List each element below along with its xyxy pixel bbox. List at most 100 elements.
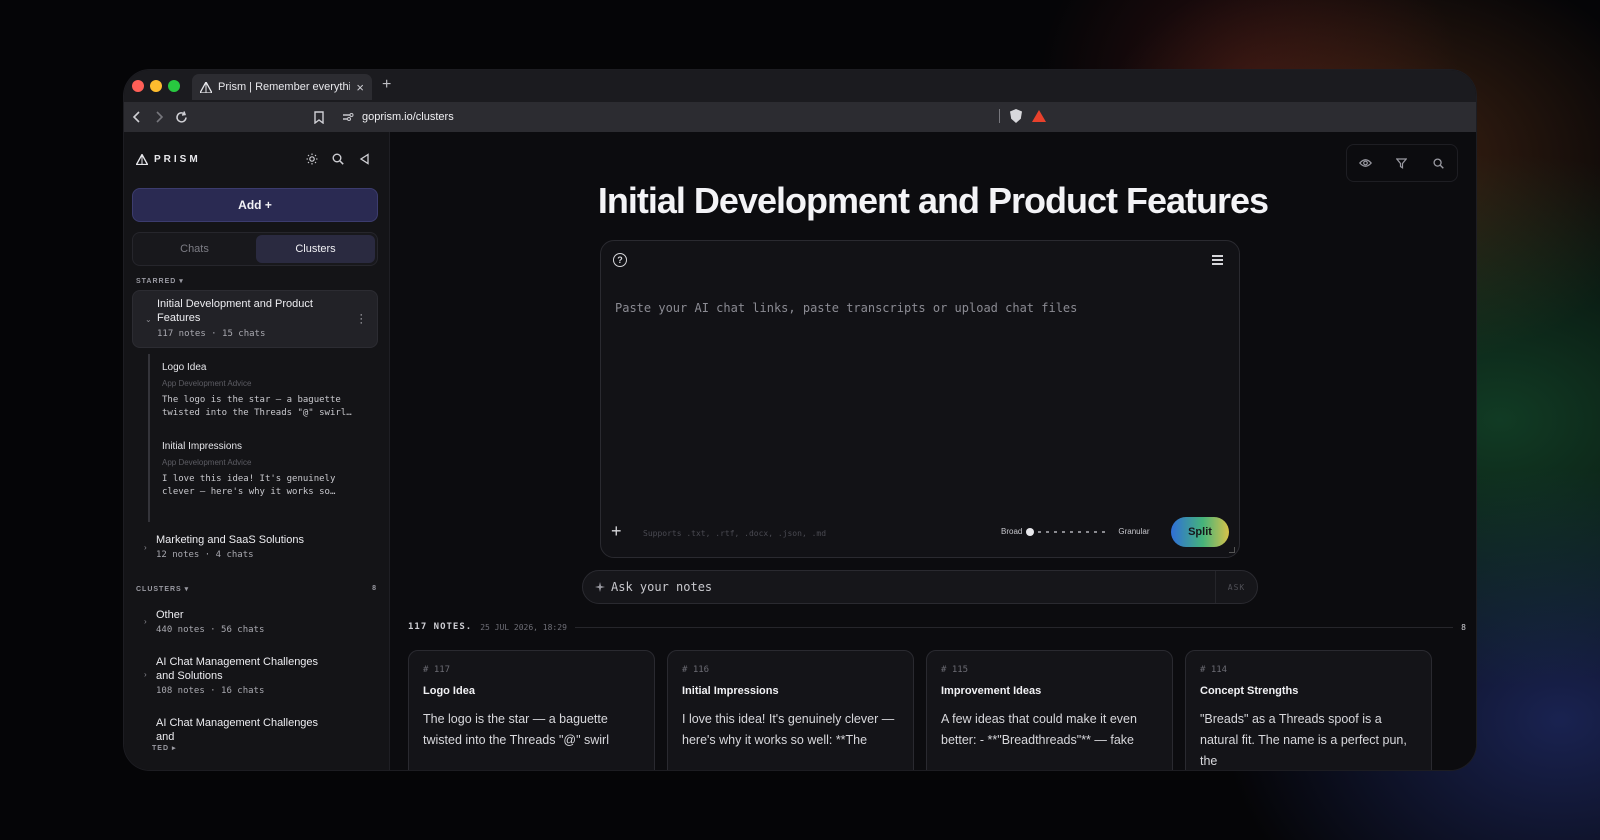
chevron-right-icon[interactable]: › [144, 617, 147, 626]
tab-title: Prism | Remember everything [218, 81, 351, 93]
starred-section-label[interactable]: STARRED ▾ [136, 277, 184, 285]
collapse-sidebar-icon[interactable] [357, 152, 371, 166]
sidebar: PRISM Add + Chats Clusters STARRED ▾ ⌄ I… [124, 132, 390, 770]
notes-header-end: 8 [1461, 622, 1466, 632]
cluster-meta: 440 notes · 56 chats [156, 625, 265, 635]
menu-icon[interactable] [1212, 255, 1223, 267]
list-item[interactable]: Initial Impressions App Development Advi… [162, 441, 362, 499]
add-button[interactable]: Add + [132, 188, 378, 222]
clusters-section-label[interactable]: CLUSTERS ▾ [136, 585, 189, 593]
cluster-title: Other [156, 609, 184, 621]
browser-window: Prism | Remember everything × + goprism.… [124, 70, 1476, 770]
sparkle-icon [595, 582, 605, 592]
brand-name: PRISM [154, 154, 201, 165]
brave-shield-icon[interactable] [1010, 109, 1022, 123]
reload-icon[interactable] [172, 108, 190, 126]
chevron-right-icon[interactable]: › [144, 670, 147, 679]
brave-rewards-icon[interactable] [1032, 110, 1046, 122]
note-title: Improvement Ideas [941, 685, 1042, 697]
note-title: Logo Idea [423, 685, 475, 697]
cluster-title: Initial Development and Product Features [157, 298, 313, 324]
note-card[interactable]: # 116 Initial Impressions I love this id… [667, 650, 914, 770]
cluster-meta: 117 notes · 15 chats [157, 329, 266, 339]
slider-track[interactable] [1026, 527, 1111, 536]
note-body: "Breads" as a Threads spoof is a natural… [1200, 712, 1407, 768]
tab-close-icon[interactable]: × [356, 80, 364, 95]
note-title: Initial Impressions [162, 441, 243, 452]
browser-toolbar: goprism.io/clusters [124, 102, 1476, 132]
address-bar[interactable]: goprism.io/clusters [336, 106, 1050, 128]
help-icon[interactable]: ? [613, 253, 627, 267]
new-tab-button[interactable]: + [382, 76, 391, 94]
cluster-meta: 108 notes · 16 chats [156, 686, 265, 696]
close-window-button[interactable] [132, 80, 144, 92]
extension-icons [999, 109, 1046, 123]
tab-chats[interactable]: Chats [135, 235, 254, 263]
note-number: # 114 [1200, 665, 1228, 675]
page-title: Initial Development and Product Features [597, 180, 1269, 221]
toolbar-divider [999, 109, 1000, 123]
tab-bar: Prism | Remember everything × + [124, 70, 1476, 102]
back-icon[interactable] [128, 108, 146, 126]
window-controls [132, 80, 180, 92]
bookmark-icon[interactable] [310, 108, 328, 126]
chevron-right-icon[interactable]: › [144, 543, 147, 552]
notes-grid: # 117 Logo Idea The logo is the star — a… [408, 650, 1432, 770]
note-number: # 117 [423, 665, 451, 675]
granularity-slider[interactable]: Broad Granular [1001, 527, 1149, 536]
minimize-window-button[interactable] [150, 80, 162, 92]
resize-handle[interactable] [1229, 547, 1235, 553]
starred-cluster-active[interactable]: ⌄ Initial Development and Product Featur… [132, 290, 378, 348]
cluster-meta: 12 notes · 4 chats [156, 550, 254, 560]
composer-placeholder[interactable]: Paste your AI chat links, paste transcri… [615, 301, 1077, 315]
forward-icon[interactable] [150, 108, 168, 126]
notes-timestamp: 25 JUL 2026, 18:29 [480, 622, 567, 632]
note-card[interactable]: # 117 Logo Idea The logo is the star — a… [408, 650, 655, 770]
note-preview: I love this idea! It's genuinely clever … [162, 474, 336, 497]
note-body: The logo is the star — a baguette twiste… [423, 712, 609, 747]
search-icon[interactable] [1432, 156, 1446, 170]
note-body: I love this idea! It's genuinely clever … [682, 712, 895, 747]
main-panel: Initial Development and Product Features… [390, 132, 1476, 770]
notes-header: 117 NOTES. 25 JUL 2026, 18:29 8 [408, 622, 1466, 632]
slider-handle[interactable] [1026, 527, 1035, 536]
ask-input[interactable] [611, 580, 1209, 594]
tree-guide-line [148, 354, 150, 522]
prism-favicon-icon [200, 81, 212, 93]
slider-max-label: Granular [1118, 527, 1150, 536]
notes-count: 117 NOTES. [408, 622, 473, 632]
note-number: # 116 [682, 665, 710, 675]
divider [574, 626, 1454, 628]
list-item[interactable]: Logo Idea App Development Advice The log… [162, 362, 362, 420]
filter-icon[interactable] [1395, 156, 1409, 170]
prism-app: PRISM Add + Chats Clusters STARRED ▾ ⌄ I… [124, 132, 1476, 770]
sidebar-actions [305, 152, 371, 166]
cluster-title: Marketing and SaaS Solutions [156, 534, 304, 546]
eye-icon[interactable] [1358, 156, 1372, 170]
note-body: A few ideas that could make it even bett… [941, 712, 1137, 747]
note-preview: The logo is the star — a baguette twiste… [162, 395, 352, 418]
upload-plus-icon[interactable]: + [611, 521, 622, 542]
maximize-window-button[interactable] [168, 80, 180, 92]
import-composer[interactable]: ? Paste your AI chat links, paste transc… [600, 240, 1240, 558]
url-text: goprism.io/clusters [362, 111, 454, 123]
more-options-icon[interactable]: · · · [359, 310, 363, 329]
tab-clusters[interactable]: Clusters [256, 235, 375, 263]
note-card[interactable]: # 114 Concept Strengths "Breads" as a Th… [1185, 650, 1432, 770]
note-card[interactable]: # 115 Improvement Ideas A few ideas that… [926, 650, 1173, 770]
split-button[interactable]: Split [1171, 517, 1229, 547]
note-source: App Development Advice [162, 379, 252, 388]
browser-tab[interactable]: Prism | Remember everything × [192, 74, 372, 100]
bottom-section-label[interactable]: TED ▸ [152, 744, 176, 752]
site-settings-icon[interactable] [342, 112, 354, 122]
cluster-title: AI Chat Management Challenges and Soluti… [156, 656, 319, 682]
theme-toggle-icon[interactable] [305, 152, 319, 166]
note-source: App Development Advice [162, 458, 252, 467]
prism-brand[interactable]: PRISM [136, 154, 201, 165]
note-title: Concept Strengths [1200, 685, 1299, 697]
chevron-down-icon[interactable]: ⌄ [145, 315, 152, 324]
ask-bar: ASK [582, 570, 1258, 604]
note-title: Logo Idea [162, 362, 207, 373]
search-icon[interactable] [331, 152, 345, 166]
ask-button[interactable]: ASK [1215, 571, 1257, 603]
